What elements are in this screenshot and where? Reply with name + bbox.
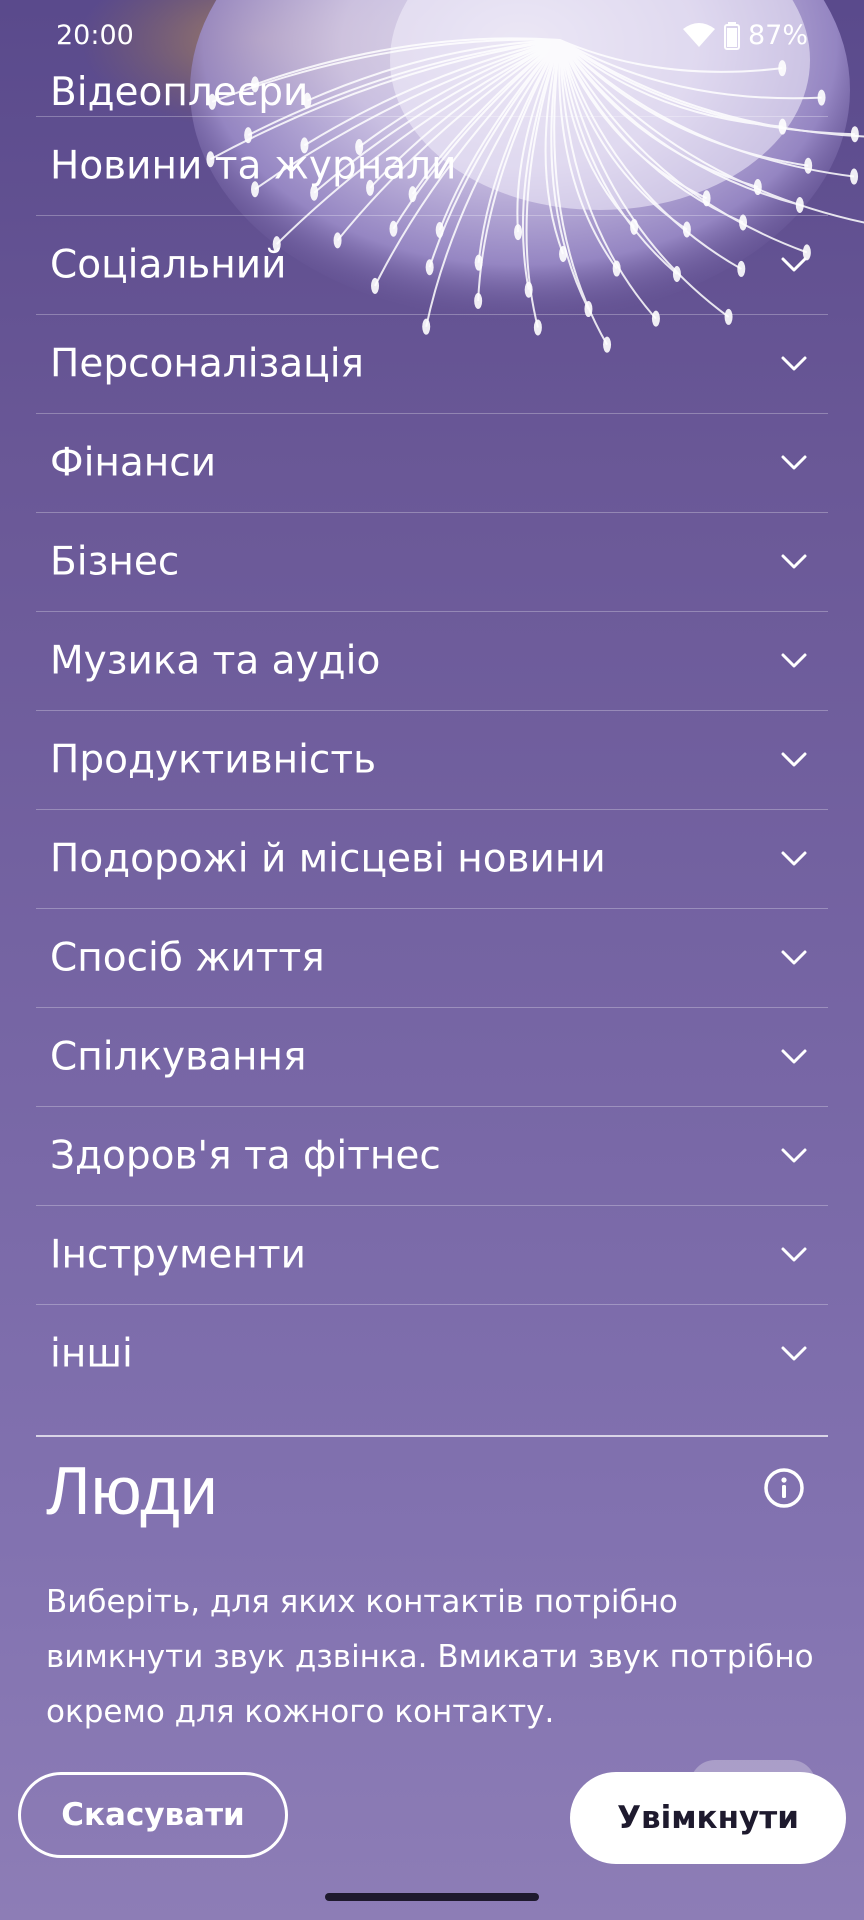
category-label: Фінанси (50, 440, 217, 486)
app-category-list: Відеоплеєри Новини та журнали Соціальний… (36, 18, 828, 1403)
category-row[interactable]: Бізнес (36, 513, 828, 612)
category-label: інші (50, 1331, 133, 1377)
category-row[interactable]: Спосіб життя (36, 909, 828, 1008)
chevron-down-icon (781, 257, 807, 272)
category-label: Відеоплеєри (50, 70, 309, 115)
chevron-down-icon (781, 653, 807, 668)
category-row[interactable]: Новини та журнали (36, 117, 828, 216)
category-row[interactable]: Продуктивність (36, 711, 828, 810)
category-row[interactable]: Інструменти (36, 1206, 828, 1305)
category-row[interactable]: інші (36, 1305, 828, 1403)
people-section-title: Люди (46, 1453, 218, 1529)
category-label: Спосіб життя (50, 935, 325, 981)
category-label: Продуктивність (50, 737, 377, 783)
category-row[interactable]: Персоналізація (36, 315, 828, 414)
category-label: Музика та аудіо (50, 638, 381, 684)
category-row[interactable]: Відеоплеєри (36, 18, 828, 117)
category-label: Персоналізація (50, 341, 365, 387)
chevron-down-icon (781, 1346, 807, 1361)
category-row[interactable]: Спілкування (36, 1008, 828, 1107)
enable-button[interactable]: Увімкнути (570, 1772, 846, 1864)
chevron-down-icon (781, 1148, 807, 1163)
chevron-down-icon (781, 950, 807, 965)
category-label: Інструменти (50, 1232, 306, 1278)
category-row[interactable]: Подорожі й місцеві новини (36, 810, 828, 909)
category-label: Здоров'я та фітнес (50, 1133, 441, 1179)
people-section-description: Виберіть, для яких контактів потрібно ви… (46, 1584, 814, 1730)
category-label: Спілкування (50, 1034, 307, 1080)
category-row[interactable]: Соціальний (36, 216, 828, 315)
category-label: Новини та журнали (50, 143, 457, 189)
info-icon[interactable] (762, 1466, 806, 1510)
chevron-down-icon (781, 752, 807, 767)
chevron-down-icon (781, 1049, 807, 1064)
category-label: Соціальний (50, 242, 287, 288)
category-row[interactable]: Музика та аудіо (36, 612, 828, 711)
cancel-button[interactable]: Скасувати (18, 1772, 288, 1858)
category-row[interactable]: Фінанси (36, 414, 828, 513)
home-indicator[interactable] (325, 1893, 539, 1901)
chevron-down-icon (781, 356, 807, 371)
category-row[interactable]: Здоров'я та фітнес (36, 1107, 828, 1206)
section-divider (36, 1435, 828, 1437)
chevron-down-icon (781, 554, 807, 569)
chevron-down-icon (781, 851, 807, 866)
category-label: Подорожі й місцеві новини (50, 836, 606, 882)
chevron-down-icon (781, 455, 807, 470)
category-label: Бізнес (50, 539, 180, 585)
chevron-down-icon (781, 1247, 807, 1262)
